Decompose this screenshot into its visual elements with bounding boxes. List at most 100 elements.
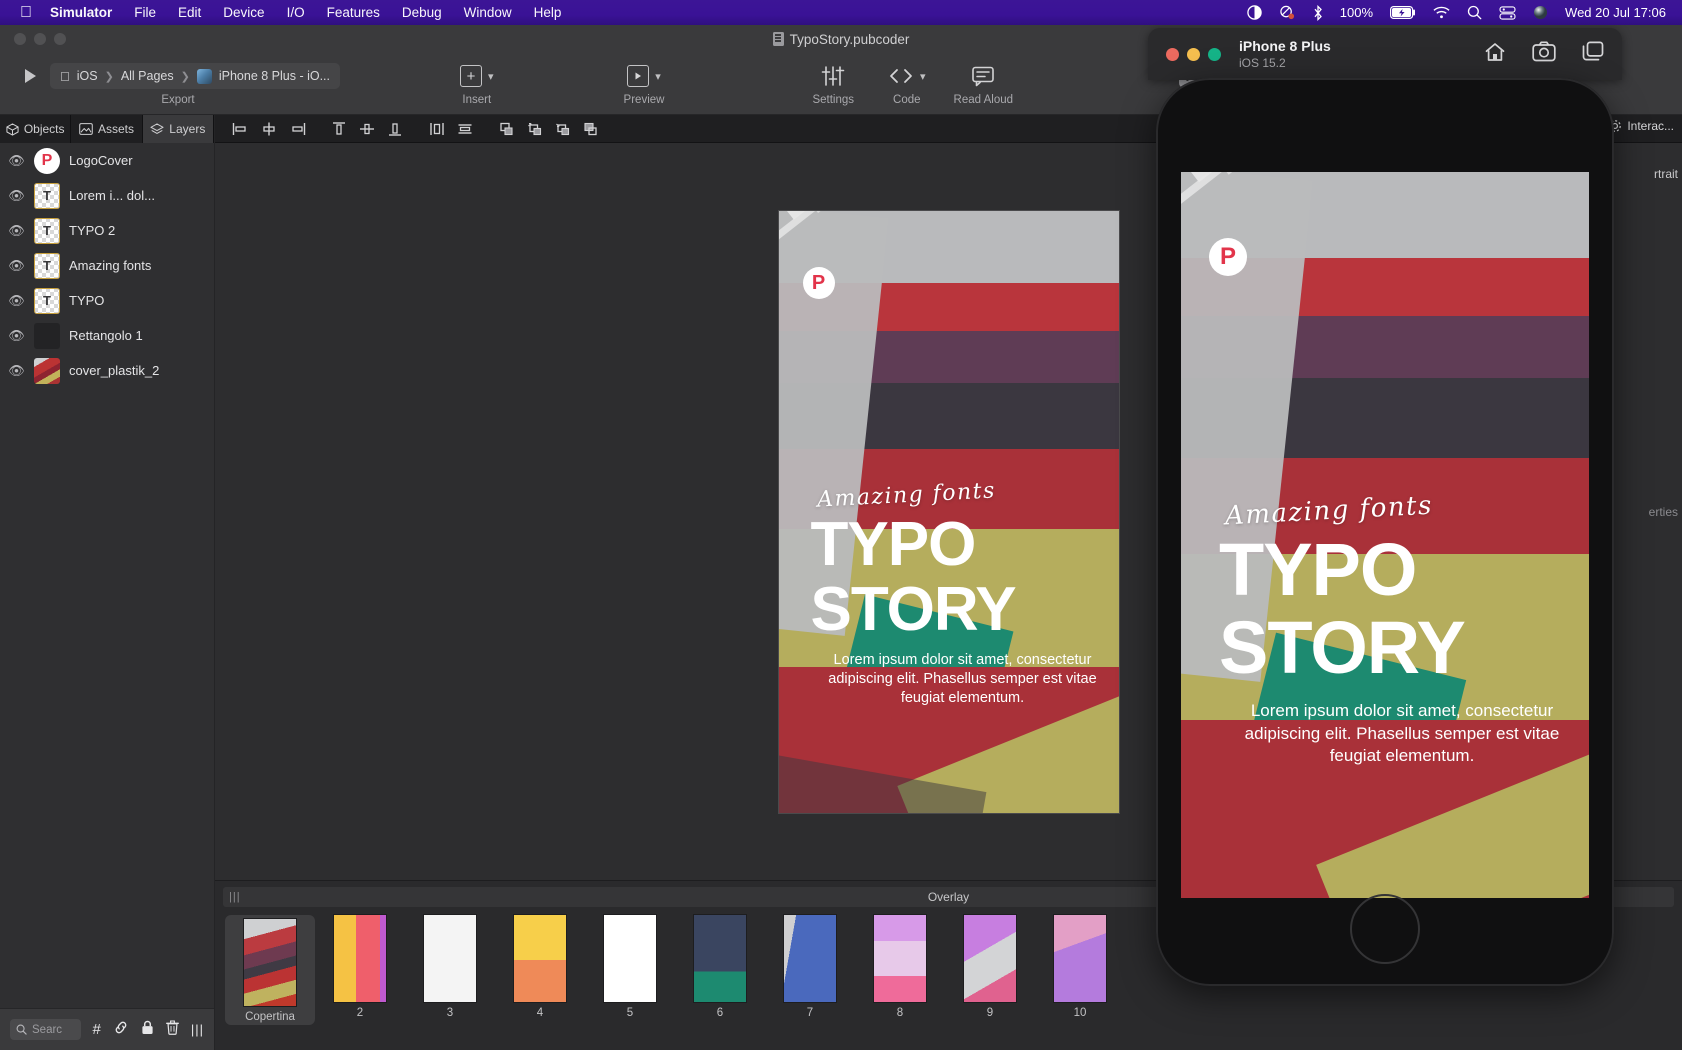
page-item-9[interactable]: 9 [945,915,1035,1025]
menu-item-help[interactable]: Help [534,5,562,20]
page-item-10[interactable]: 10 [1035,915,1125,1025]
eye-icon[interactable]: 👁 [8,328,25,344]
eye-icon[interactable]: 👁 [8,188,25,204]
read-aloud-group[interactable]: Read Aloud [954,61,1013,106]
simulator-minimize-button[interactable] [1187,48,1200,61]
layer-name: TYPO 2 [69,223,115,238]
page-item-8[interactable]: 8 [855,915,945,1025]
insert-label: Insert [462,94,491,106]
device-screen[interactable]: P Amazing fonts TYPO STORY Lorem ipsum d… [1181,172,1589,898]
page-item-4[interactable]: 4 [495,915,585,1025]
columns-icon[interactable]: ||| [191,1022,204,1037]
layer-row[interactable]: 👁 T TYPO 2 [0,213,214,248]
layer-name: TYPO [69,293,104,308]
bluetooth-icon[interactable] [1313,5,1323,21]
tab-objects[interactable]: Objects [0,115,71,143]
align-center-horizontal-icon[interactable] [255,115,283,143]
code-row[interactable]: ▾ [888,61,926,91]
battery-charging-icon[interactable] [1390,6,1416,19]
screen-recording-icon[interactable] [1279,5,1296,20]
eye-icon[interactable]: 👁 [8,223,25,239]
tab-layers[interactable]: Layers [143,115,214,143]
layer-row[interactable]: 👁 T Lorem i... dol... [0,178,214,213]
send-backward-icon[interactable] [549,115,577,143]
run-preview-button[interactable] [16,64,44,88]
eye-icon[interactable]: 👁 [8,363,25,379]
device-home-button[interactable] [1350,894,1420,964]
breadcrumb-scope[interactable]: All Pages [121,69,174,83]
eye-icon[interactable]: 👁 [8,258,25,274]
page-item-7[interactable]: 7 [765,915,855,1025]
hash-icon[interactable]: # [93,1021,101,1038]
apple-icon[interactable]:  [20,5,32,21]
page-item-6[interactable]: 6 [675,915,765,1025]
menu-item-device[interactable]: Device [223,5,264,20]
breadcrumb-platform[interactable]: iOS [77,69,98,83]
layer-row[interactable]: 👁 cover_plastik_2 [0,353,214,388]
menu-item-io[interactable]: I/O [287,5,305,20]
lock-icon[interactable] [141,1020,154,1039]
drag-handle-icon[interactable]: ||| [229,891,241,903]
bring-to-front-icon[interactable] [521,115,549,143]
simulator-traffic-lights[interactable] [1166,48,1221,61]
settings-row[interactable] [820,61,846,91]
search-input[interactable]: Searc [10,1019,81,1040]
read-aloud-row[interactable] [971,61,995,91]
distribute-horizontal-icon[interactable] [423,115,451,143]
layer-row[interactable]: 👁 P LogoCover [0,143,214,178]
page-item-copertina[interactable]: Copertina [225,915,315,1025]
page-thumbnail [604,915,656,1002]
page-item-3[interactable]: 3 [405,915,495,1025]
layer-row[interactable]: 👁 T Amazing fonts [0,248,214,283]
simulator-device-info: iPhone 8 Plus iOS 15.2 [1239,38,1331,70]
export-label: Export [161,94,194,106]
properties-panel-label[interactable]: erties [1649,505,1678,519]
chevron-down-icon[interactable]: ▾ [655,70,661,83]
siri-icon[interactable] [1533,5,1548,20]
align-left-icon[interactable] [227,115,255,143]
eye-icon[interactable]: 👁 [8,293,25,309]
window-icon[interactable] [1582,41,1604,68]
orientation-chip[interactable]: rtrait [1654,167,1678,181]
simulator-close-button[interactable] [1166,48,1179,61]
breadcrumb[interactable]:  iOS ❯ All Pages ❯ iPhone 8 Plus - iO..… [50,63,340,89]
settings-group[interactable]: Settings [812,61,854,106]
preview-play-button[interactable] [627,65,649,87]
search-icon[interactable] [1467,5,1482,20]
tab-assets[interactable]: Assets [71,115,142,143]
menu-item-simulator[interactable]: Simulator [50,5,112,20]
align-top-icon[interactable] [325,115,353,143]
layer-row[interactable]: 👁 T TYPO [0,283,214,318]
menu-item-file[interactable]: File [134,5,156,20]
simulator-zoom-button[interactable] [1208,48,1221,61]
display-icon[interactable] [1499,6,1516,20]
preview-label: Preview [624,94,665,106]
chevron-down-icon[interactable]: ▾ [920,70,926,83]
control-center-icon[interactable] [1247,5,1262,20]
page-item-2[interactable]: 2 [315,915,405,1025]
distribute-vertical-icon[interactable] [451,115,479,143]
trash-icon[interactable] [166,1020,179,1039]
chevron-down-icon[interactable]: ▾ [488,70,494,83]
code-group[interactable]: ▾ Code [888,61,926,106]
align-middle-vertical-icon[interactable] [353,115,381,143]
wifi-icon[interactable] [1433,6,1450,19]
screenshot-icon[interactable] [1532,41,1556,68]
bring-forward-icon[interactable] [493,115,521,143]
link-icon[interactable] [113,1020,129,1039]
home-icon[interactable] [1484,41,1506,68]
page-item-5[interactable]: 5 [585,915,675,1025]
menu-item-features[interactable]: Features [327,5,380,20]
clock-label[interactable]: Wed 20 Jul 17:06 [1565,5,1666,20]
send-to-back-icon[interactable] [577,115,605,143]
align-bottom-icon[interactable] [381,115,409,143]
menu-item-edit[interactable]: Edit [178,5,201,20]
menu-item-debug[interactable]: Debug [402,5,442,20]
breadcrumb-device[interactable]: iPhone 8 Plus - iO... [219,69,330,83]
eye-icon[interactable]: 👁 [8,153,25,169]
align-right-icon[interactable] [283,115,311,143]
insert-add-button[interactable]: + [460,65,482,87]
menu-item-window[interactable]: Window [464,5,512,20]
page-canvas[interactable]: P Amazing fonts TYPO STORY Lorem ipsum d… [779,211,1119,813]
layer-row[interactable]: 👁 Rettangolo 1 [0,318,214,353]
